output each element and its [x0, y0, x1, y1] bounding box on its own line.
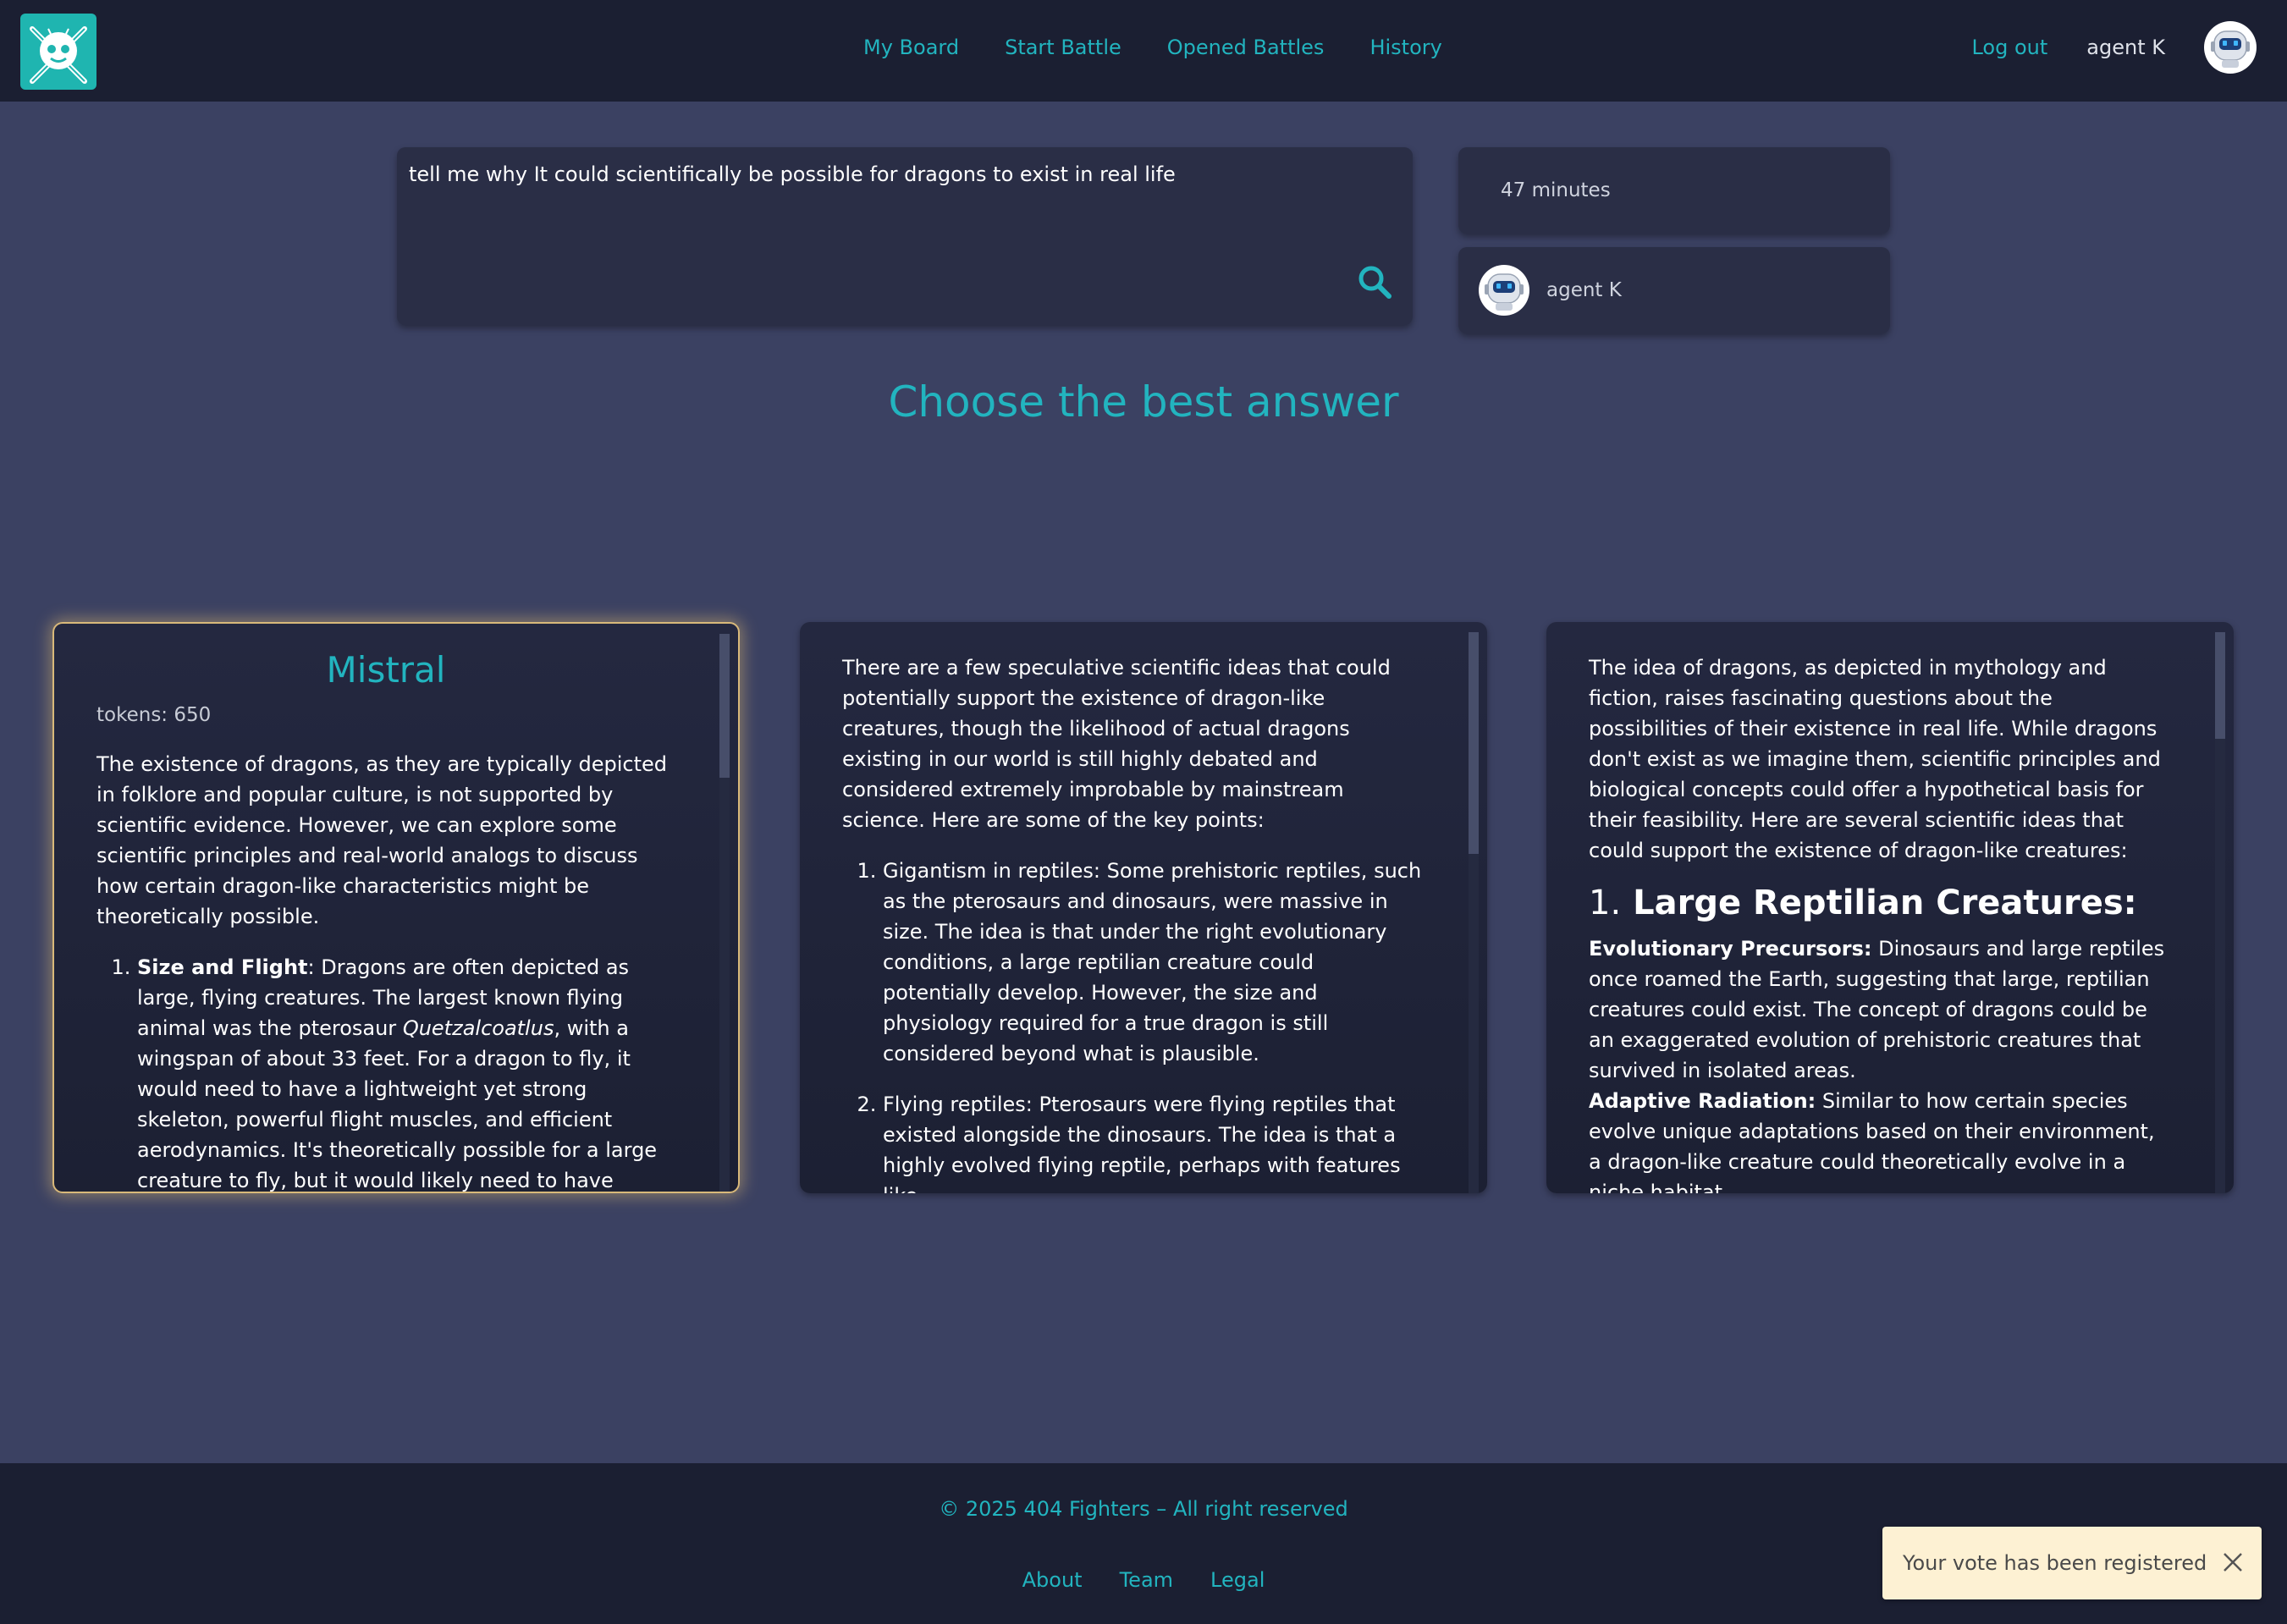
footer-link-legal[interactable]: Legal [1210, 1568, 1265, 1592]
section-body: Evolutionary Precursors: Dinosaurs and l… [1589, 933, 2171, 1193]
answer-paragraph: Adaptive Radiation: Similar to how certa… [1589, 1086, 2171, 1193]
main-nav: My Board Start Battle Opened Battles His… [863, 0, 1442, 95]
answer-content: Mistral tokens: 650 The existence of dra… [54, 624, 718, 1192]
vote-toast: Your vote has been registered [1882, 1527, 2262, 1599]
scrollbar-thumb[interactable] [1469, 632, 1479, 854]
nav-history[interactable]: History [1369, 36, 1441, 59]
username: agent K [2086, 36, 2165, 59]
robot-avatar-icon [1479, 265, 1529, 316]
agent-card: agent K [1458, 247, 1890, 333]
scrollbar[interactable] [2215, 632, 2225, 1193]
list-item-text: , with a wingspan of about 33 feet. For … [137, 1016, 658, 1192]
answer-paragraph: Evolutionary Precursors: Dinosaurs and l… [1589, 933, 2171, 1086]
list-item-species: Quetzalcoatlus [402, 1016, 554, 1040]
user-area: Log out agent K [1971, 0, 2257, 95]
footer-link-team[interactable]: Team [1120, 1568, 1173, 1592]
list-item-title: Size and Flight [137, 955, 308, 979]
timer-text: 47 minutes [1501, 179, 1611, 201]
section-title: Large Reptilian Creatures: [1633, 884, 2137, 922]
toast-message: Your vote has been registered [1903, 1551, 2207, 1575]
answer-paragraph: There are a few speculative scientific i… [842, 656, 1391, 832]
search-button[interactable] [1355, 262, 1394, 301]
token-count: tokens: 650 [96, 704, 212, 726]
answer-card-2[interactable]: There are a few speculative scientific i… [800, 622, 1487, 1193]
model-name: Mistral [326, 649, 446, 691]
list-item: Size and Flight: Dragons are often depic… [137, 952, 675, 1192]
page-heading: Choose the best answer [888, 377, 1399, 427]
toast-close-button[interactable] [2219, 1549, 2246, 1576]
search-icon [1358, 266, 1391, 299]
section-number: 1. [1589, 884, 1622, 922]
answer-list: Size and Flight: Dragons are often depic… [96, 952, 675, 1192]
scrollbar[interactable] [719, 634, 730, 1192]
agent-name: agent K [1546, 279, 1622, 301]
logout-link[interactable]: Log out [1971, 36, 2047, 59]
scrollbar[interactable] [1469, 632, 1479, 1193]
answer-content: There are a few speculative scientific i… [800, 622, 1467, 1193]
robot-swords-logo-icon[interactable] [20, 14, 96, 90]
scrollbar-thumb[interactable] [2215, 632, 2225, 739]
answer-paragraph: The existence of dragons, as they are ty… [96, 752, 668, 928]
answer-list: Gigantism in reptiles: Some prehistoric … [842, 856, 1425, 1193]
nav-start-battle[interactable]: Start Battle [1005, 36, 1121, 59]
close-icon [2224, 1553, 2242, 1572]
nav-opened-battles[interactable]: Opened Battles [1167, 36, 1325, 59]
top-navbar: My Board Start Battle Opened Battles His… [0, 0, 2287, 102]
prompt-text[interactable]: tell me why It could scientifically be p… [409, 161, 1401, 190]
copyright: © 2025 404 Fighters – All right reserved [939, 1497, 1348, 1521]
term: Adaptive Radiation: [1589, 1089, 1816, 1113]
scrollbar-thumb[interactable] [719, 634, 730, 778]
list-item: Gigantism in reptiles: Some prehistoric … [883, 856, 1425, 1069]
robot-avatar-icon[interactable] [2204, 21, 2257, 74]
footer-link-about[interactable]: About [1022, 1568, 1083, 1592]
answer-card-mistral[interactable]: Mistral tokens: 650 The existence of dra… [52, 622, 740, 1193]
answer-paragraph: The idea of dragons, as depicted in myth… [1589, 656, 2161, 862]
answer-card-3[interactable]: The idea of dragons, as depicted in myth… [1546, 622, 2234, 1193]
section-heading: 1. Large Reptilian Creatures: [1589, 883, 2171, 923]
timer-card: 47 minutes [1458, 147, 1890, 234]
term: Evolutionary Precursors: [1589, 937, 1872, 961]
list-item: Flying reptiles: Pterosaurs were flying … [883, 1089, 1425, 1193]
nav-my-board[interactable]: My Board [863, 36, 959, 59]
prompt-box[interactable]: tell me why It could scientifically be p… [397, 147, 1413, 325]
answer-content: The idea of dragons, as depicted in myth… [1546, 622, 2213, 1193]
